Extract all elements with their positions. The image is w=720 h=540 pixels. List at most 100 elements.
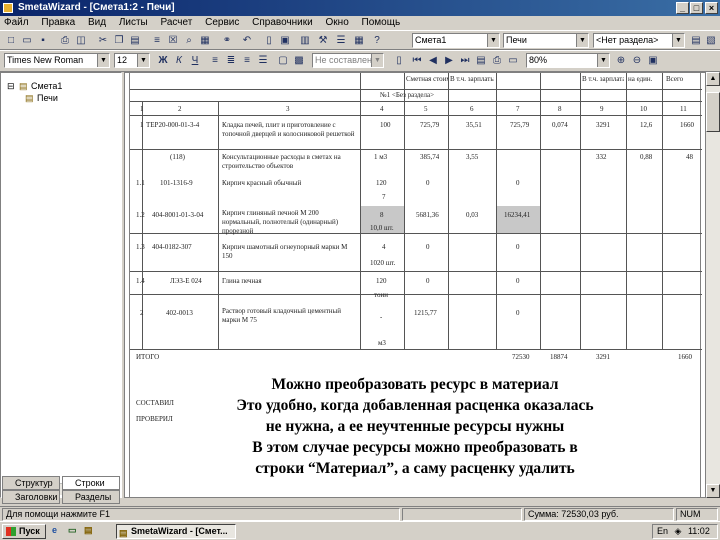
row-price[interactable]: 1215,77: [414, 309, 437, 317]
row-name[interactable]: Кирпич шамотный огнеупорный марки М 150: [222, 243, 358, 261]
row-c8[interactable]: 0,074: [552, 121, 568, 129]
doc-icon[interactable]: ▯: [262, 34, 276, 48]
tree-item-estimate[interactable]: Смета1: [31, 81, 62, 91]
row-c7[interactable]: 0: [516, 309, 520, 317]
desktop-icon[interactable]: ▭: [68, 524, 82, 539]
menu-reference[interactable]: Справочники: [252, 17, 313, 28]
menu-help[interactable]: Помощь: [362, 17, 401, 28]
row-name[interactable]: Раствор готовый кладочный цементный марк…: [222, 307, 358, 325]
row-code[interactable]: 404-8001-01-3-04: [152, 211, 216, 219]
explorer-icon[interactable]: ▤: [84, 524, 98, 539]
menu-service[interactable]: Сервис: [205, 17, 239, 28]
app-icon[interactable]: [3, 3, 13, 13]
row-code[interactable]: 101-1316-9: [160, 179, 193, 187]
row-qty-unit[interactable]: 7: [382, 193, 386, 201]
table-icon[interactable]: ▥: [298, 34, 312, 48]
link-icon[interactable]: ⚭: [220, 34, 234, 48]
row-code[interactable]: ЛЭ3-Е 024: [170, 277, 202, 285]
zoom-combo[interactable]: 80% ▼: [526, 53, 610, 68]
row-c6[interactable]: 0,03: [466, 211, 478, 219]
chevron-down-icon[interactable]: ▼: [137, 54, 149, 67]
row-c9[interactable]: 3291: [596, 121, 610, 129]
row-qty[interactable]: 100: [380, 121, 391, 129]
row-name[interactable]: Кладка печей, плит и приготовление с топ…: [222, 121, 358, 139]
tray-icon[interactable]: ◈: [675, 526, 682, 536]
row-qty-unit[interactable]: тонн: [374, 291, 388, 299]
chevron-down-icon[interactable]: ▼: [576, 34, 588, 47]
menu-view[interactable]: Вид: [88, 17, 106, 28]
last-page-icon[interactable]: ⏭: [458, 54, 472, 68]
open-icon[interactable]: ▭: [20, 34, 34, 48]
copy-icon[interactable]: ❐: [112, 34, 126, 48]
paste-icon[interactable]: ▤: [128, 34, 142, 48]
row-price[interactable]: 385,74: [420, 153, 439, 161]
save-icon[interactable]: ▪: [36, 34, 50, 48]
next-page-icon[interactable]: ▶: [442, 54, 456, 68]
section-combo[interactable]: Печи ▼: [503, 33, 589, 48]
zoom-out-icon[interactable]: ⊖: [630, 54, 644, 68]
tool-icon[interactable]: ⚒: [316, 34, 330, 48]
scroll-thumb[interactable]: [706, 92, 720, 132]
undo-icon[interactable]: ↶: [240, 34, 254, 48]
start-button[interactable]: Пуск: [2, 524, 46, 539]
menu-file[interactable]: Файл: [4, 17, 29, 28]
row-price[interactable]: 0: [426, 243, 430, 251]
options-icon[interactable]: ▧: [704, 34, 718, 48]
tree-item-section[interactable]: Печи: [37, 93, 58, 103]
fill-icon[interactable]: ▩: [292, 54, 306, 68]
preview-icon[interactable]: ◫: [74, 34, 88, 48]
tab-rows[interactable]: Строки: [62, 476, 120, 490]
align-left-icon[interactable]: ≡: [208, 54, 222, 68]
title-bar[interactable]: SmetaWizard - [Смета1:2 - Печи] _ □ ×: [0, 0, 720, 16]
vertical-scrollbar[interactable]: ▲ ▼: [706, 72, 720, 498]
row-name[interactable]: Консультационные расходы в сметах на стр…: [222, 153, 358, 171]
find-icon[interactable]: ⌕: [182, 34, 196, 48]
menu-calc[interactable]: Расчет: [161, 17, 193, 28]
row-c9[interactable]: 332: [596, 153, 607, 161]
menu-edit[interactable]: Правка: [41, 17, 75, 28]
row-c6[interactable]: 3,55: [466, 153, 478, 161]
help-icon[interactable]: ?: [370, 34, 384, 48]
printer-icon[interactable]: ⎙: [490, 54, 504, 68]
scroll-up-icon[interactable]: ▲: [706, 72, 720, 86]
row-c6[interactable]: 35,51: [466, 121, 482, 129]
row-name[interactable]: Глина печная: [222, 277, 358, 285]
zoom-in-icon[interactable]: ⊕: [614, 54, 628, 68]
minimize-button[interactable]: _: [676, 2, 689, 14]
fit-page-icon[interactable]: ▣: [646, 54, 660, 68]
size-combo[interactable]: 12 ▼: [114, 53, 150, 68]
row-c7[interactable]: 725,79: [510, 121, 529, 129]
row-qty[interactable]: 120: [376, 277, 387, 285]
grid-icon[interactable]: ▦: [352, 34, 366, 48]
close-button[interactable]: ×: [705, 2, 718, 14]
menu-window[interactable]: Окно: [326, 17, 349, 28]
language-indicator[interactable]: En: [657, 526, 668, 536]
chevron-down-icon[interactable]: ▼: [97, 54, 109, 67]
row-code[interactable]: (118): [170, 153, 185, 161]
row-qty-unit[interactable]: м3: [378, 339, 386, 347]
calc-icon[interactable]: ▦: [198, 34, 212, 48]
row-code[interactable]: 402-0013: [166, 309, 193, 317]
chevron-down-icon[interactable]: ▼: [672, 34, 684, 47]
chevron-down-icon[interactable]: ▼: [487, 34, 499, 47]
menu-sheets[interactable]: Листы: [119, 17, 148, 28]
border-icon[interactable]: ▢: [276, 54, 290, 68]
page-icon[interactable]: ▭: [506, 54, 520, 68]
row-price[interactable]: 5681,36: [416, 211, 439, 219]
row-qty[interactable]: 4: [382, 243, 386, 251]
chevron-down-icon[interactable]: ▼: [597, 54, 609, 67]
row-name[interactable]: Кирпич красный обычный: [222, 179, 358, 187]
scroll-down-icon[interactable]: ▼: [706, 484, 720, 498]
row-code[interactable]: 404-0182-307: [152, 243, 216, 251]
row-c7[interactable]: 0: [516, 243, 520, 251]
maximize-button[interactable]: □: [690, 2, 703, 14]
underline-button[interactable]: Ч: [188, 54, 202, 68]
justify-icon[interactable]: ☰: [256, 54, 270, 68]
bold-button[interactable]: Ж: [156, 54, 170, 68]
tab-sections[interactable]: Разделы: [62, 490, 120, 504]
row-qty[interactable]: 8: [380, 211, 384, 219]
ie-icon[interactable]: e: [52, 524, 66, 539]
apply-icon[interactable]: ▤: [689, 34, 703, 48]
row-code[interactable]: ТЕР20-000-01-3-4: [146, 121, 216, 129]
print-icon[interactable]: ⎙: [58, 34, 72, 48]
